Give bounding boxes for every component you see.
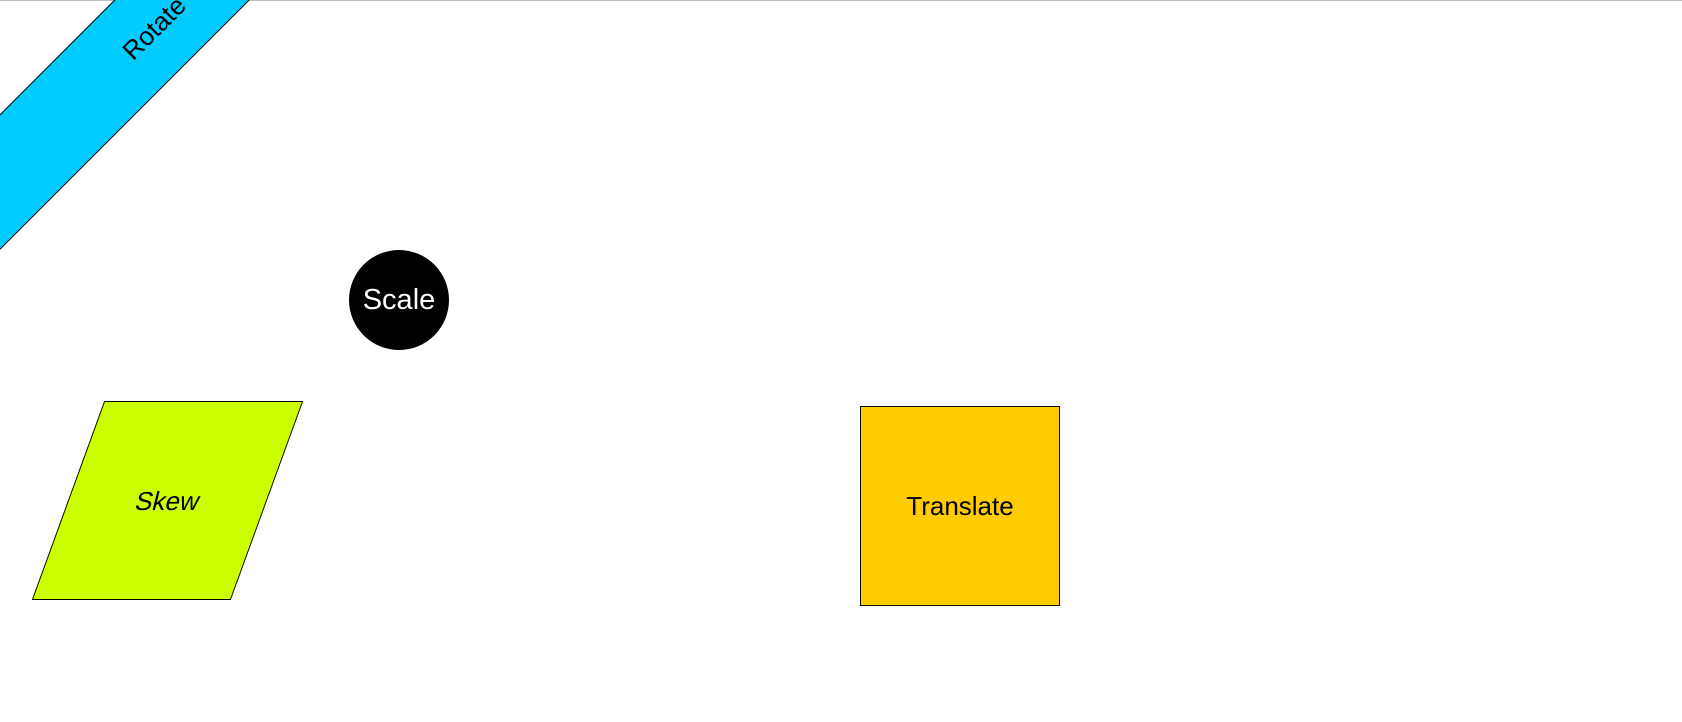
- rotate-label: Rotate: [116, 0, 192, 66]
- translate-box: Translate: [860, 406, 1060, 606]
- scale-circle: Scale: [349, 250, 449, 350]
- rotate-box: Rotate: [0, 0, 401, 275]
- skew-label: Skew: [131, 485, 204, 516]
- translate-label: Translate: [906, 491, 1014, 521]
- canvas: Rotate Scale Skew Translate: [0, 0, 1682, 722]
- scale-label: Scale: [362, 283, 436, 316]
- top-divider: [0, 0, 1682, 1]
- skew-box: Skew: [31, 401, 304, 600]
